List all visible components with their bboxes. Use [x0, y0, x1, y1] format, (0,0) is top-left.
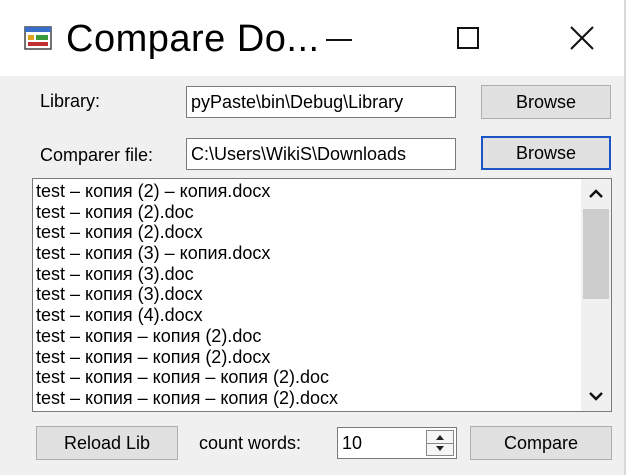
count-words-stepper[interactable]: 10 [337, 427, 457, 459]
reload-lib-button[interactable]: Reload Lib [36, 426, 178, 460]
file-list-items: test – копия (2) – копия.docx test – копи… [36, 181, 581, 409]
comparer-browse-button[interactable]: Browse [481, 136, 611, 170]
comparer-path-input[interactable]: C:\Users\WikiS\Downloads [186, 138, 456, 170]
list-item[interactable]: test – копия – копия (2).doc [36, 326, 581, 347]
list-item[interactable]: test – копия – копия (2).docx [36, 347, 581, 368]
list-item[interactable]: test – копия – копия – копия (2).docx [36, 388, 581, 409]
window-title: Compare Do... [66, 18, 320, 60]
library-browse-button[interactable]: Browse [481, 85, 611, 119]
stepper-down-icon[interactable] [427, 443, 453, 455]
compare-window: Compare Do... Library: pyPaste\bin\Debug… [0, 0, 626, 475]
count-words-value[interactable]: 10 [342, 428, 362, 458]
library-label: Library: [40, 91, 101, 111]
list-item[interactable]: test – копия (3).doc [36, 264, 581, 285]
library-path-input[interactable]: pyPaste\bin\Debug\Library [186, 86, 456, 118]
minimize-icon[interactable] [318, 18, 362, 58]
scroll-down-icon[interactable] [581, 383, 611, 411]
list-item[interactable]: test – копия (2) – копия.docx [36, 181, 581, 202]
title-bar[interactable]: Compare Do... [0, 0, 624, 76]
list-item[interactable]: test – копия (3).docx [36, 284, 581, 305]
list-item[interactable]: test – копия (3) – копия.docx [36, 243, 581, 264]
app-window-icon [24, 26, 52, 50]
scroll-up-icon[interactable] [581, 179, 611, 207]
vertical-scrollbar[interactable] [581, 179, 611, 411]
comparer-file-label: Comparer file: [40, 145, 154, 165]
list-item[interactable]: test – копия (2).doc [36, 202, 581, 223]
scroll-thumb[interactable] [583, 209, 609, 299]
library-file-list[interactable]: test – копия (2) – копия.docx test – копи… [32, 178, 612, 412]
maximize-icon[interactable] [446, 18, 490, 58]
stepper-buttons[interactable] [426, 430, 454, 456]
list-item[interactable]: test – копия – копия – копия (2).doc [36, 367, 581, 388]
close-icon[interactable] [560, 18, 604, 58]
list-item[interactable]: test – копия (4).docx [36, 305, 581, 326]
count-words-label: count words: [199, 433, 302, 453]
list-item[interactable]: test – копия (2).docx [36, 222, 581, 243]
compare-button[interactable]: Compare [470, 426, 612, 460]
